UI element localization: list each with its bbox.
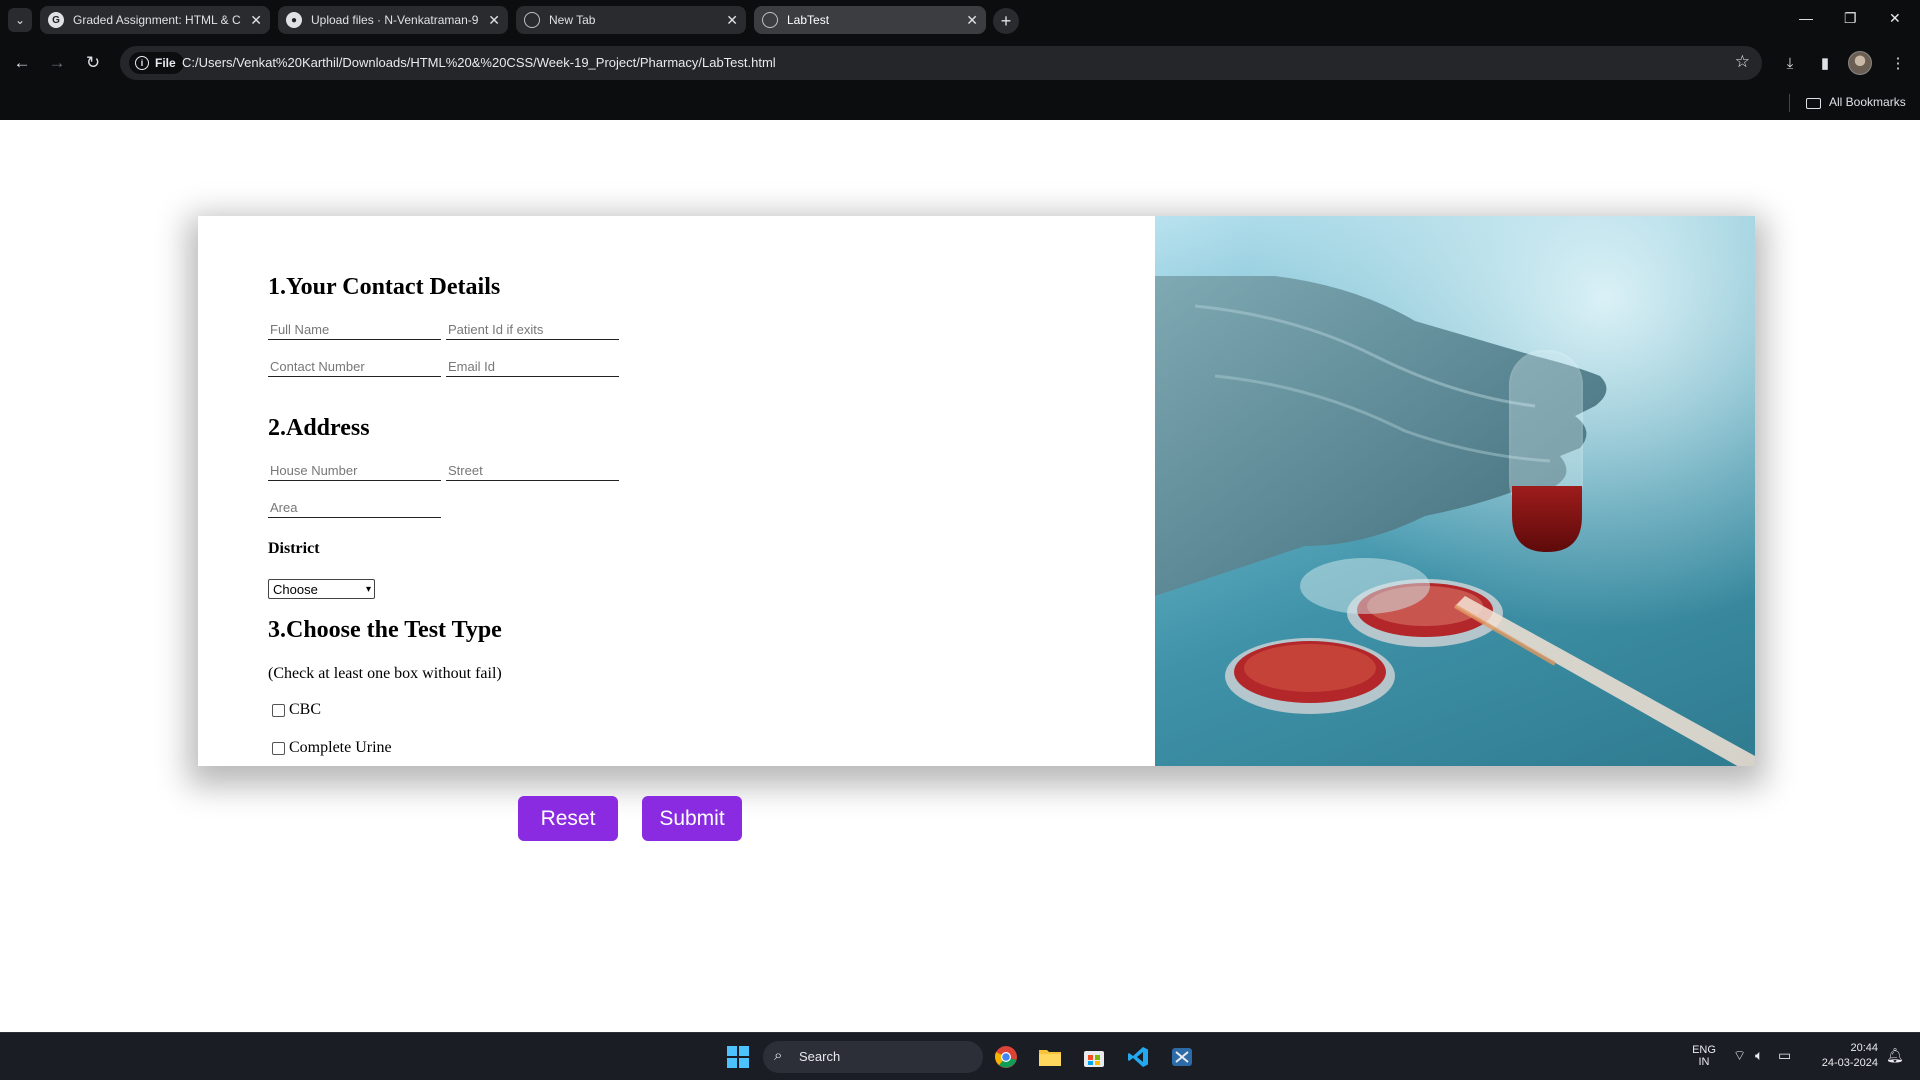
district-select[interactable]: Choose ▾ [268,579,375,599]
back-arrow-icon[interactable]: ← [10,51,34,75]
area-field[interactable] [268,497,441,518]
window-close-icon[interactable]: ✕ [1889,10,1901,27]
tab-graded-assignment[interactable]: G Graded Assignment: HTML & C ✕ [40,6,270,34]
notification-bell-icon[interactable]: 🔔︎ [1886,1047,1904,1064]
clock[interactable]: 20:44 24-03-2024 [1808,1042,1878,1069]
lab-test-form-card: 1.Your Contact Details 2.Address Distric… [198,216,1755,766]
bookmark-star-icon[interactable]: ☆ [1735,52,1750,72]
globe-icon [524,12,540,28]
tab-title: Graded Assignment: HTML & C [73,13,241,27]
reset-button[interactable]: Reset [518,796,618,841]
street-field[interactable] [446,460,619,481]
forward-arrow-icon[interactable]: → [45,51,69,75]
bookmarks-bar: All Bookmarks [0,86,1920,120]
cbc-checkbox[interactable] [272,703,285,717]
download-icon[interactable]: ⤓ [1778,51,1802,75]
minimize-icon[interactable]: — [1799,10,1813,26]
tab-title: Upload files · N-Venkatraman-9 [311,13,479,27]
bookmarks-divider [1789,94,1790,112]
district-selected-value: Choose [273,581,318,597]
battery-icon[interactable]: ▭ [1778,1047,1791,1064]
browser-toolbar: ← → ↻ i File C:/Users/Venkat%20Karthil/D… [0,40,1920,86]
region-code: IN [1698,1056,1710,1068]
patient-id-field[interactable] [446,319,619,340]
contact-number-input[interactable] [270,359,441,374]
github-icon: ● [286,12,302,28]
language-code: ENG [1692,1044,1716,1056]
test-option-cbc[interactable]: CBC [272,701,321,719]
vscode-icon[interactable] [1124,1043,1152,1071]
site-chip-label: File [155,56,176,70]
house-number-input[interactable] [270,463,441,478]
snipping-tool-icon[interactable] [1168,1043,1196,1071]
lab-test-photo [1155,216,1755,766]
side-panel-icon[interactable]: ▮ [1813,51,1837,75]
district-label: District [268,540,320,557]
tab-search-chevron-icon[interactable]: ⌄ [8,8,32,32]
new-tab-plus-icon[interactable]: + [993,8,1019,34]
windows-taskbar: ⌕ Search ENG IN ⌔ 🔈︎ ▭ 20:44 24-03-2024 … [0,1032,1920,1080]
street-input[interactable] [448,463,619,478]
tab-close-icon[interactable]: ✕ [250,12,262,29]
clock-time: 20:44 [1850,1042,1878,1054]
section-test-type-title: 3.Choose the Test Type [268,617,502,643]
restore-icon[interactable]: ❐ [1844,10,1857,27]
house-number-field[interactable] [268,460,441,481]
email-input[interactable] [448,359,619,374]
patient-id-input[interactable] [448,322,619,337]
section-address-title: 2.Address [268,415,370,441]
globe-icon [762,12,778,28]
contact-number-field[interactable] [268,356,441,377]
tab-close-icon[interactable]: ✕ [488,12,500,29]
tab-title: LabTest [787,13,830,27]
lab-test-illustration [1155,216,1755,766]
email-field[interactable] [446,356,619,377]
microsoft-store-icon[interactable] [1080,1043,1108,1071]
full-name-field[interactable] [268,319,441,340]
complete-urine-label: Complete Urine [289,739,392,756]
wifi-icon[interactable]: ⌔ [1733,1047,1746,1065]
url-text[interactable]: C:/Users/Venkat%20Karthil/Downloads/HTML… [182,55,776,70]
file-explorer-icon[interactable] [1036,1043,1064,1071]
folder-icon[interactable] [1806,98,1821,109]
test-type-note: (Check at least one box without fail) [268,665,502,682]
test-option-complete-urine[interactable]: Complete Urine [272,739,392,757]
profile-avatar[interactable] [1848,51,1872,75]
tab-title: New Tab [549,13,596,27]
tab-close-icon[interactable]: ✕ [726,12,738,29]
volume-icon[interactable]: 🔈︎ [1755,1047,1763,1064]
address-bar[interactable]: i File C:/Users/Venkat%20Karthil/Downloa… [120,46,1762,80]
chevron-down-icon: ▾ [365,583,371,595]
reload-icon[interactable]: ↻ [81,51,105,75]
taskbar-search-label: Search [799,1049,841,1064]
cbc-label: CBC [289,701,322,718]
taskbar-search[interactable]: ⌕ Search [763,1041,983,1073]
clock-date: 24-03-2024 [1821,1057,1878,1069]
submit-button[interactable]: Submit [642,796,742,841]
area-input[interactable] [270,500,441,515]
all-bookmarks-link[interactable]: All Bookmarks [1829,95,1906,109]
complete-urine-checkbox[interactable] [272,741,285,755]
full-name-input[interactable] [270,322,441,337]
search-icon: ⌕ [774,1047,783,1064]
section-contact-title: 1.Your Contact Details [268,274,501,300]
browser-tab-strip: ⌄ G Graded Assignment: HTML & C ✕ ● Uplo… [0,0,1920,40]
tab-labtest[interactable]: LabTest ✕ [754,6,986,34]
tab-new-tab[interactable]: New Tab ✕ [516,6,746,34]
windows-start-icon[interactable] [724,1043,752,1071]
google-g-icon: G [48,12,64,28]
tab-upload-files[interactable]: ● Upload files · N-Venkatraman-9 ✕ [278,6,508,34]
chrome-icon[interactable] [992,1043,1020,1071]
language-indicator[interactable]: ENG IN [1690,1044,1718,1068]
more-menu-icon[interactable]: ⋮ [1886,51,1910,75]
info-icon: i [135,56,149,70]
tab-close-icon[interactable]: ✕ [966,12,978,29]
site-info-chip[interactable]: i File [129,52,184,74]
